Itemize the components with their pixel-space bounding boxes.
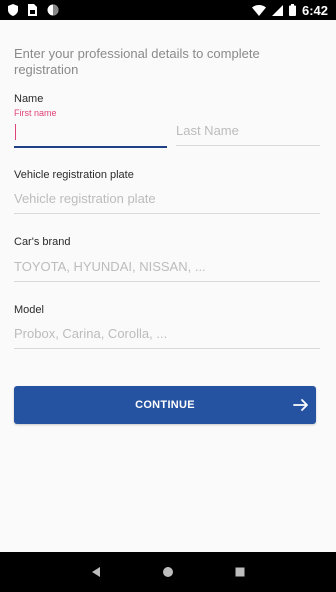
model-placeholder: Probox, Carina, Corolla, ... (14, 326, 168, 341)
arrow-right-icon (292, 396, 310, 414)
intro-text: Enter your professional details to compl… (14, 46, 260, 77)
text-cursor (15, 124, 16, 140)
navigation-bar (0, 552, 336, 592)
model-label: Model (14, 304, 44, 316)
status-time: 6:42 (301, 2, 328, 18)
continue-label: CONTINUE (135, 399, 195, 411)
last-name-field[interactable]: Last Name (176, 116, 320, 146)
brand-field[interactable]: TOYOTA, HYUNDAI, NISSAN, ... (14, 252, 320, 282)
first-name-field[interactable] (14, 118, 167, 148)
phone-screen: 6:42 Enter your professional details to … (0, 0, 336, 592)
battery-icon (288, 4, 296, 16)
circle-icon (47, 4, 59, 16)
status-bar-left (8, 4, 59, 16)
signal-icon (271, 4, 283, 16)
last-name-placeholder: Last Name (176, 123, 239, 138)
shield-icon (8, 4, 18, 16)
sim-card-icon (28, 4, 37, 16)
status-bar-right: 6:42 (251, 2, 328, 18)
brand-label: Car's brand (14, 236, 71, 248)
registration-form: Enter your professional details to compl… (0, 20, 336, 552)
continue-button[interactable]: CONTINUE (14, 386, 316, 424)
brand-placeholder: TOYOTA, HYUNDAI, NISSAN, ... (14, 259, 206, 274)
wifi-icon (251, 4, 266, 16)
plate-label: Vehicle registration plate (14, 169, 134, 181)
home-icon[interactable] (156, 560, 180, 584)
plate-field[interactable]: Vehicle registration plate (14, 184, 320, 214)
back-icon[interactable] (84, 560, 108, 584)
first-name-floating-label: First name (14, 108, 57, 118)
recents-icon[interactable] (228, 560, 252, 584)
plate-placeholder: Vehicle registration plate (14, 191, 156, 206)
status-bar: 6:42 (0, 0, 336, 20)
model-field[interactable]: Probox, Carina, Corolla, ... (14, 319, 320, 349)
name-label: Name (14, 93, 44, 105)
